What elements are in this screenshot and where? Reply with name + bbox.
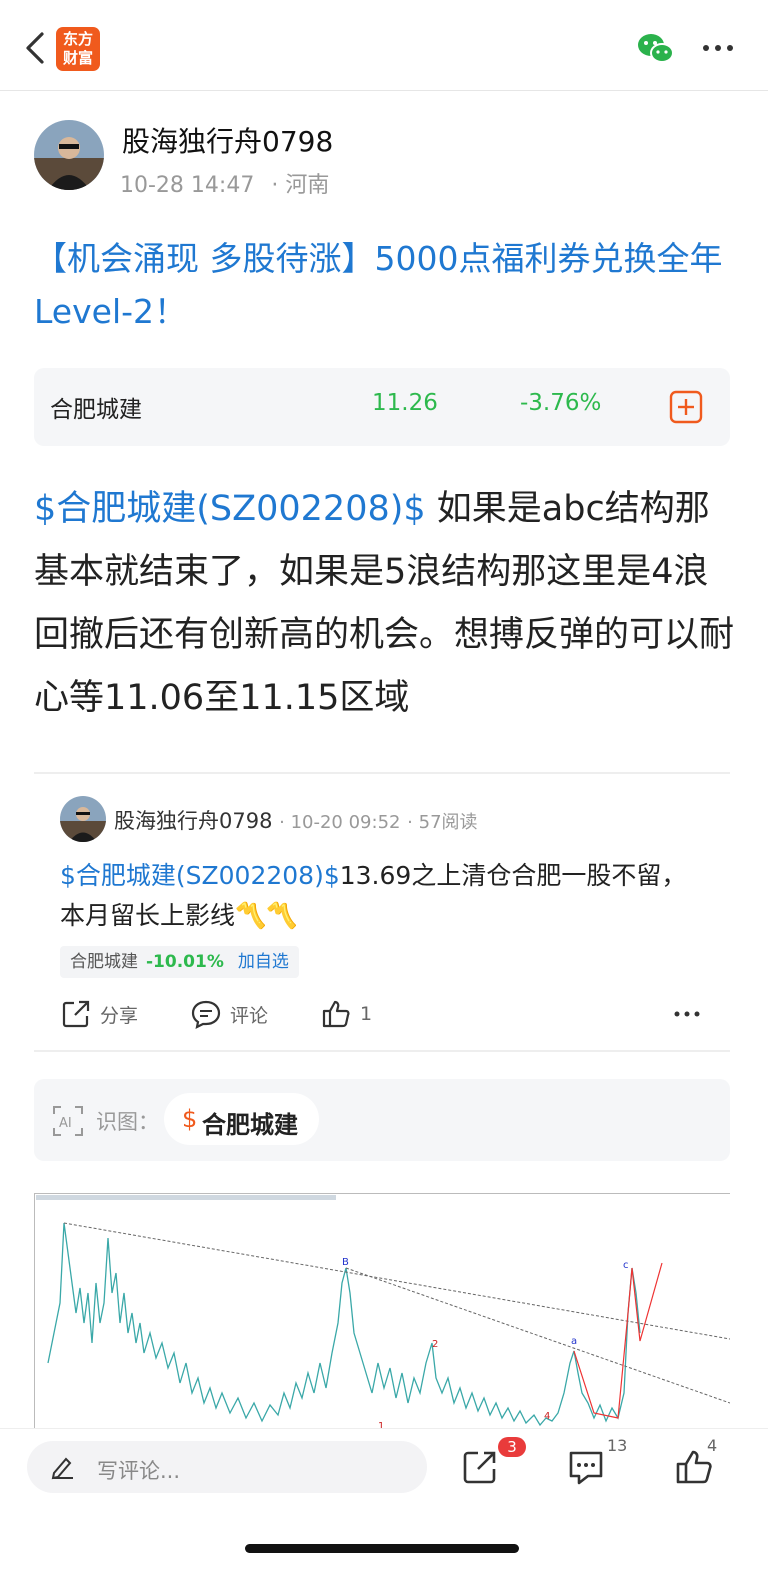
divider (34, 772, 730, 774)
ai-scan-icon: AI (53, 1106, 83, 1136)
comment-input[interactable]: 写评论... (27, 1441, 427, 1493)
ai-recognize-card: AI 识图： $ 合肥城建 (34, 1079, 730, 1161)
quoted-author[interactable]: 股海独行舟0798 (114, 809, 272, 833)
like-button[interactable]: 1 (320, 998, 372, 1032)
logo-line2: 财富 (62, 49, 93, 67)
post-body: $合肥城建(SZ002208)$ 如果是abc结构那基本就结束了，如果是5浪结构… (34, 478, 734, 730)
post-meta: 10-28 14:47 · 河南 (120, 167, 329, 199)
stock-price: 11.26 (372, 390, 438, 416)
quoted-tag-change: -10.01% (146, 952, 224, 972)
comment-icon (191, 1000, 221, 1029)
stock-link[interactable]: $合肥城建(SZ002208)$ (34, 489, 426, 529)
comment-count: 13 (607, 1436, 628, 1455)
top-bar: 东方 财富 (0, 0, 768, 91)
quoted-body[interactable]: $合肥城建(SZ002208)$13.69之上清仓合肥一股不留，本月留长上影线〽… (60, 856, 700, 936)
like-icon (322, 1000, 350, 1028)
svg-text:AI: AI (59, 1116, 72, 1131)
post-title[interactable]: 【机会涌现 多股待涨】5000点福利券兑换全年Level-2！ (34, 232, 734, 338)
chart-header-strip (36, 1195, 336, 1200)
quoted-time: · 10-20 09:52 (279, 812, 401, 833)
annotation-2: 2 (432, 1339, 438, 1350)
quoted-reads: · 57阅读 (407, 812, 478, 833)
share-label: 分享 (100, 1004, 139, 1027)
ai-stock-pill[interactable]: $ 合肥城建 (164, 1093, 319, 1145)
annotation-a: a (571, 1336, 577, 1347)
quoted-more-icon[interactable] (672, 1004, 702, 1024)
post-time: 10-28 14:47 (120, 173, 255, 198)
comment-button[interactable]: 评论 (190, 998, 268, 1032)
quoted-avatar[interactable] (60, 796, 106, 842)
like-count: 4 (707, 1436, 718, 1455)
stock-card[interactable]: 合肥城建 11.26 -3.76% (34, 368, 730, 446)
stock-change: -3.76% (520, 390, 602, 416)
add-watchlist-icon[interactable] (669, 390, 703, 424)
quoted-tag-name: 合肥城建 (70, 952, 138, 972)
dollar-icon: $ (182, 1105, 198, 1133)
comment-icon[interactable] (566, 1447, 606, 1487)
ai-label: 识图： (96, 1110, 159, 1134)
share-badge: 3 (498, 1437, 526, 1457)
bottom-bar: 写评论... 3 13 4 (0, 1428, 768, 1580)
share-icon (62, 1000, 90, 1028)
share-icon[interactable] (460, 1447, 500, 1487)
more-icon[interactable] (700, 36, 736, 60)
quoted-header: 股海独行舟0798 · 10-20 09:52 · 57阅读 (114, 805, 478, 835)
quoted-tag-add[interactable]: 加自选 (238, 952, 289, 972)
divider (34, 1050, 730, 1052)
logo-line1: 东方 (62, 30, 93, 48)
author-name[interactable]: 股海独行舟0798 (122, 120, 333, 160)
annotation-c: c (623, 1260, 629, 1271)
like-count: 1 (360, 1003, 373, 1025)
pencil-icon (51, 1457, 73, 1480)
ai-stock-name: 合肥城建 (202, 1111, 298, 1139)
quoted-stock-tag[interactable]: 合肥城建 -10.01% 加自选 (60, 946, 299, 978)
stock-chart-image[interactable]: B 2 a c 4 1 (34, 1193, 730, 1433)
stock-name: 合肥城建 (50, 397, 142, 423)
comment-placeholder: 写评论... (97, 1459, 181, 1483)
back-arrow-icon[interactable] (22, 30, 52, 66)
share-button[interactable]: 分享 (60, 998, 138, 1032)
home-indicator (245, 1544, 519, 1553)
avatar[interactable] (34, 120, 104, 190)
comment-label: 评论 (230, 1004, 269, 1027)
post-location: · 河南 (271, 173, 330, 198)
annotation-B: B (342, 1257, 349, 1268)
annotation-4: 4 (544, 1411, 550, 1422)
app-logo: 东方 财富 (56, 27, 100, 71)
quoted-stock-link[interactable]: $合肥城建(SZ002208)$ (60, 861, 340, 890)
wechat-icon[interactable] (636, 28, 676, 68)
